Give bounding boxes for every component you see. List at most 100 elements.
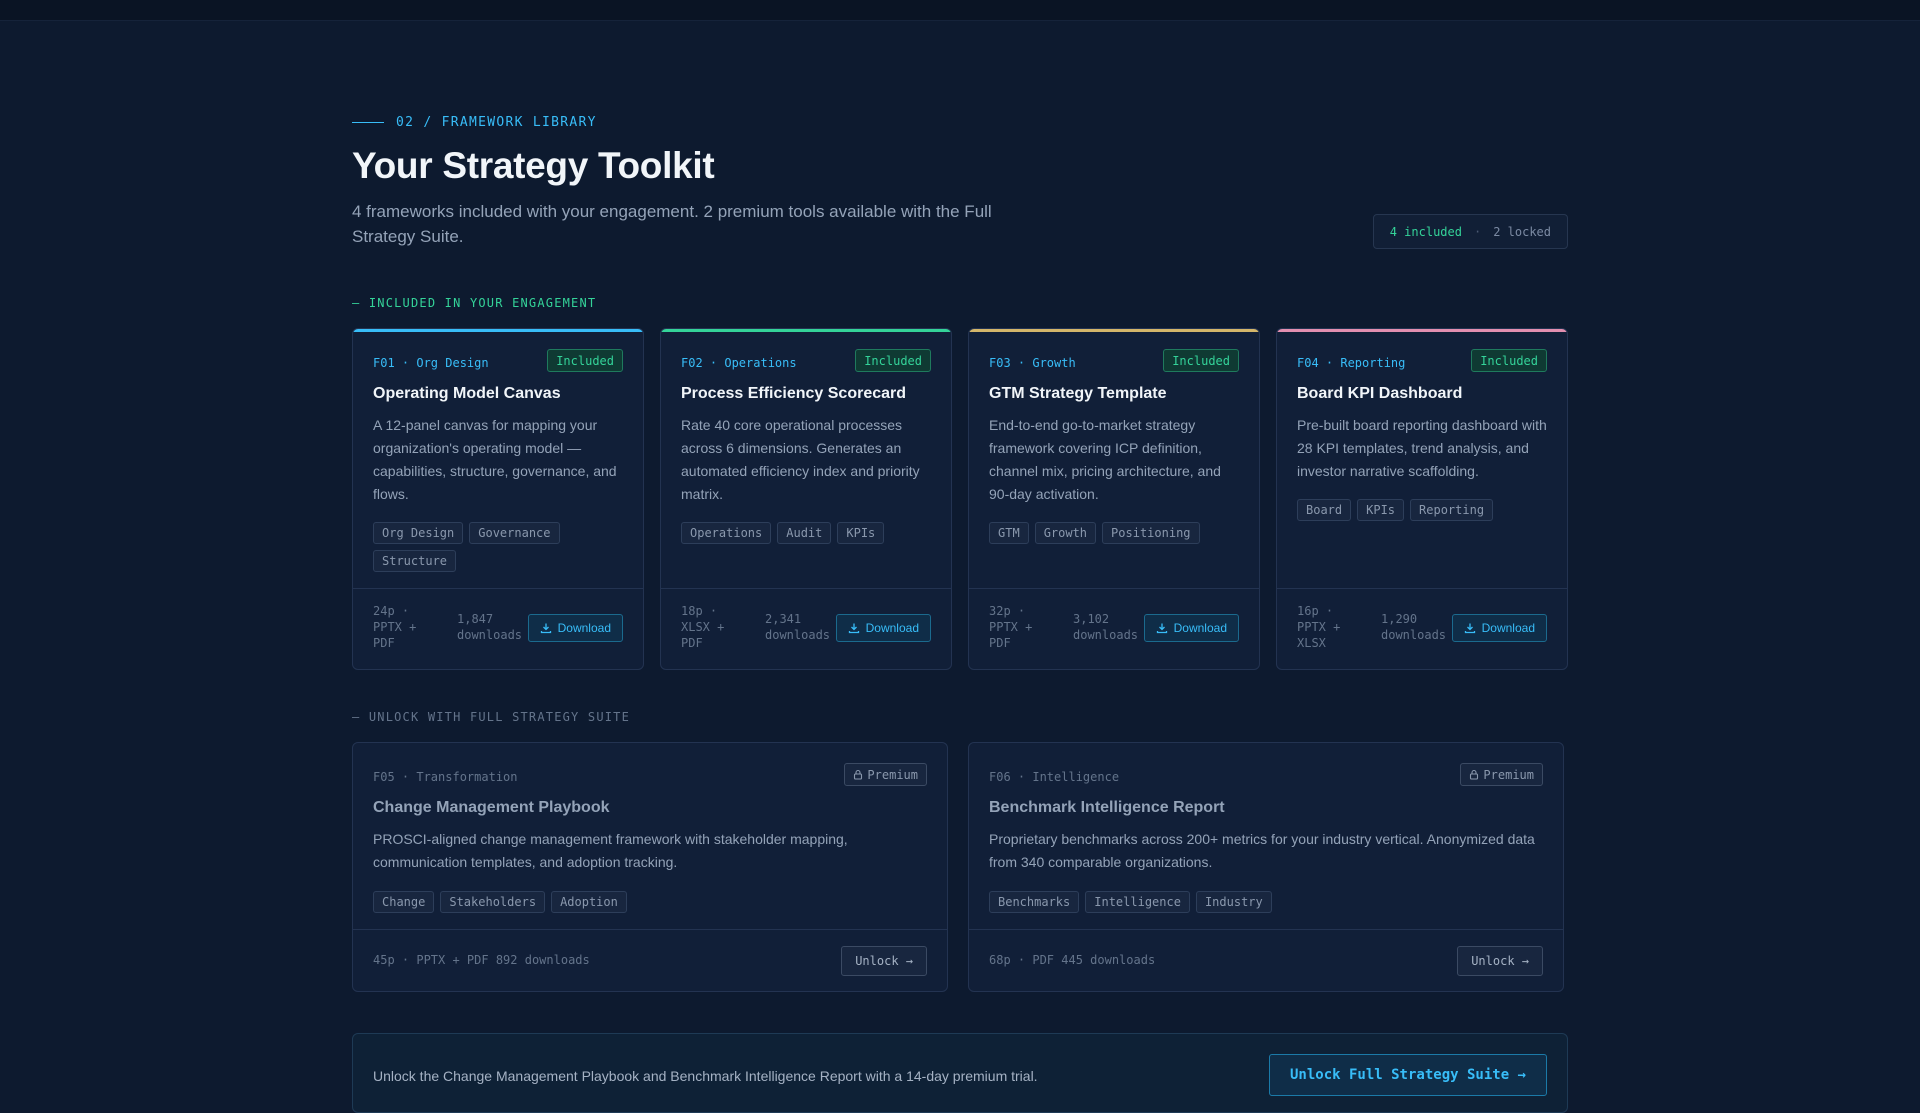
card-meta: F06 · Intelligence <box>989 770 1120 784</box>
card-title: Board KPI Dashboard <box>1297 385 1463 402</box>
card-format: 18p · XLSX + PDF <box>681 604 725 650</box>
tag: GTM <box>989 522 1029 544</box>
download-label: Download <box>865 621 919 635</box>
included-badge: Included <box>1163 349 1239 372</box>
framework-card-f04: F04 · Reporting Included Board KPI Dashb… <box>1276 328 1568 670</box>
card-title: GTM Strategy Template <box>989 385 1167 402</box>
page-title: Your Strategy Toolkit <box>352 145 715 186</box>
unlock-button[interactable]: Unlock → <box>841 946 927 976</box>
card-downloads: 2,341 downloads <box>765 612 831 642</box>
tag: Growth <box>1034 522 1097 544</box>
card-description: A 12-panel canvas for mapping your organ… <box>373 417 617 502</box>
tag: Reporting <box>1410 499 1494 521</box>
card-meta: F04 · Reporting <box>1297 356 1406 370</box>
framework-card-f06: F06 · Intelligence Premium Benchmark Int… <box>968 742 1564 992</box>
card-accent <box>661 329 951 332</box>
card-downloads: 1,290 downloads <box>1381 612 1447 642</box>
card-accent <box>353 329 643 332</box>
included-count: 4 included <box>1389 224 1462 239</box>
card-stats: 18p · XLSX + PDF 2,341 downloads <box>681 603 831 651</box>
card-title: Change Management Playbook <box>373 799 610 816</box>
card-description: Pre-built board reporting dashboard with… <box>1297 417 1547 479</box>
locked-count: 2 locked <box>1493 224 1551 239</box>
trial-banner-text: Unlock the Change Management Playbook an… <box>373 1068 1038 1084</box>
unlock-button[interactable]: Unlock → <box>1457 946 1543 976</box>
tag: Intelligence <box>1085 891 1190 913</box>
download-button[interactable]: Download <box>527 614 623 642</box>
page-subtitle: 4 frameworks included with your engageme… <box>352 202 992 246</box>
premium-badge: Premium <box>844 763 927 786</box>
card-tags: Operations Audit KPIs <box>681 522 933 544</box>
included-badge: Included <box>1471 349 1547 372</box>
eyebrow-text: 02 / FRAMEWORK LIBRARY <box>396 115 597 130</box>
tag: Benchmarks <box>989 891 1080 913</box>
tag: Adoption <box>551 891 627 913</box>
included-badge: Included <box>855 349 931 372</box>
card-divider <box>1277 588 1567 589</box>
tag: Operations <box>681 522 772 544</box>
tag: Industry <box>1195 891 1272 913</box>
card-divider <box>353 929 947 930</box>
framework-card-f02: F02 · Operations Included Process Effici… <box>660 328 952 670</box>
card-stats: 16p · PPTX + XLSX 1,290 downloads <box>1297 603 1447 651</box>
lock-icon <box>854 769 863 780</box>
download-icon <box>1156 623 1167 634</box>
card-downloads: 3,102 downloads <box>1073 612 1139 642</box>
framework-counter: 4 included · 2 locked <box>1372 214 1568 249</box>
card-stats: 24p · PPTX + PDF 1,847 downloads <box>373 603 522 651</box>
tag: Structure <box>373 550 457 572</box>
included-section-label: — INCLUDED IN YOUR ENGAGEMENT <box>352 296 597 310</box>
lock-icon <box>1470 769 1479 780</box>
tag: KPIs <box>837 522 885 544</box>
card-description: Rate 40 core operational processes acros… <box>681 417 920 502</box>
card-title: Process Efficiency Scorecard <box>681 385 907 402</box>
counter-separator: · <box>1473 224 1482 239</box>
card-divider <box>969 588 1259 589</box>
framework-card-f01: F01 · Org Design Included Operating Mode… <box>352 328 644 670</box>
premium-badge: Premium <box>1460 763 1543 786</box>
card-tags: Board KPIs Reporting <box>1297 499 1549 521</box>
unlock-full-suite-button[interactable]: Unlock Full Strategy Suite → <box>1268 1054 1547 1096</box>
card-stats: 68p · PDF 445 downloads <box>989 953 1156 967</box>
download-icon <box>1464 623 1475 634</box>
download-icon <box>540 623 551 634</box>
tag: Audit <box>777 522 832 544</box>
tag: Positioning <box>1102 522 1200 544</box>
tag: Org Design <box>373 522 464 544</box>
card-accent <box>1277 329 1567 332</box>
card-title: Operating Model Canvas <box>373 385 561 402</box>
card-meta: F02 · Operations <box>681 356 797 370</box>
card-description: PROSCI-aligned change management framewo… <box>373 831 848 870</box>
card-tags: Org Design Governance Structure <box>373 522 625 572</box>
download-label: Download <box>1173 621 1227 635</box>
card-tags: GTM Growth Positioning <box>989 522 1241 544</box>
section-eyebrow: 02 / FRAMEWORK LIBRARY <box>352 115 597 130</box>
tag: Stakeholders <box>440 891 546 913</box>
download-label: Download <box>557 621 611 635</box>
locked-section-label: — UNLOCK WITH FULL STRATEGY SUITE <box>352 710 631 724</box>
card-stats: 45p · PPTX + PDF 892 downloads <box>373 953 590 967</box>
premium-badge-label: Premium <box>867 767 918 782</box>
card-meta: F01 · Org Design <box>373 356 489 370</box>
eyebrow-line <box>352 122 384 123</box>
card-format: 24p · PPTX + PDF <box>373 604 417 650</box>
download-button[interactable]: Download <box>1143 614 1239 642</box>
card-divider <box>353 588 643 589</box>
card-divider <box>969 929 1563 930</box>
download-button[interactable]: Download <box>835 614 931 642</box>
download-label: Download <box>1481 621 1535 635</box>
card-divider <box>661 588 951 589</box>
framework-card-f03: F03 · Growth Included GTM Strategy Templ… <box>968 328 1260 670</box>
card-description: Proprietary benchmarks across 200+ metri… <box>989 831 1535 870</box>
download-button[interactable]: Download <box>1451 614 1547 642</box>
framework-card-f05: F05 · Transformation Premium Change Mana… <box>352 742 948 992</box>
tag: Change <box>373 891 435 913</box>
tag: Board <box>1297 499 1352 521</box>
premium-badge-label: Premium <box>1483 767 1534 782</box>
card-title: Benchmark Intelligence Report <box>989 799 1225 816</box>
premium-trial-banner: Unlock the Change Management Playbook an… <box>352 1033 1568 1113</box>
card-description: End-to-end go-to-market strategy framewo… <box>989 417 1221 502</box>
card-stats: 32p · PPTX + PDF 3,102 downloads <box>989 603 1139 651</box>
download-icon <box>848 623 859 634</box>
card-tags: Change Stakeholders Adoption <box>373 891 929 913</box>
